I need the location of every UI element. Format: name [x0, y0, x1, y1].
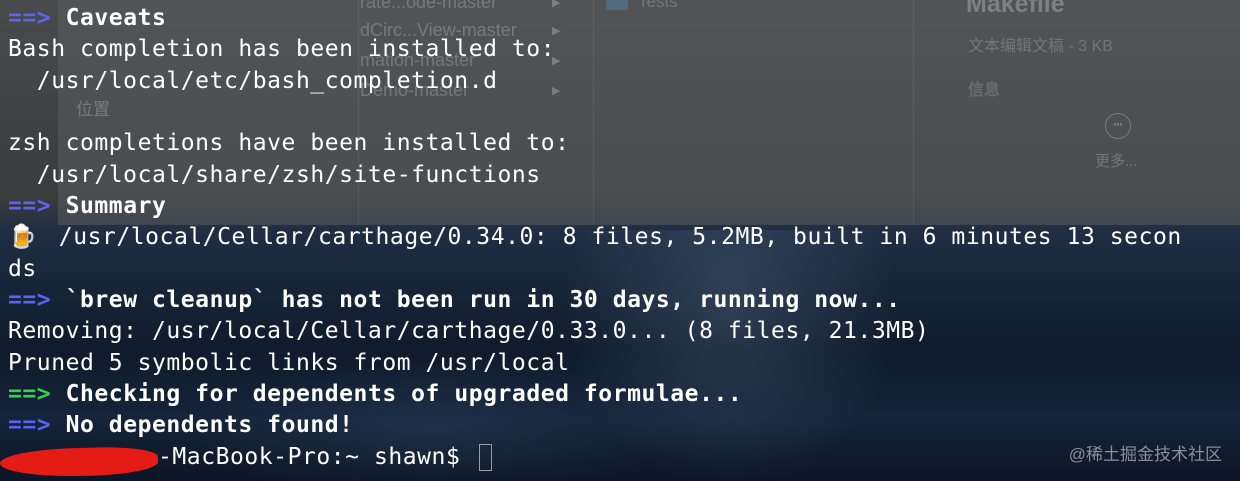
cleanup-heading: `brew cleanup` has not been run in 30 da… — [65, 287, 901, 314]
terminal-cursor — [478, 443, 492, 471]
no-dependents-heading: No dependents found! — [65, 412, 354, 439]
terminal-line: ==> No dependents found! — [8, 410, 1240, 441]
terminal-line: Pruned 5 symbolic links from /usr/local — [8, 349, 570, 376]
terminal-line: ==> Caveats — [8, 3, 1240, 34]
arrow-marker: ==> — [8, 412, 52, 439]
terminal-line: zsh completions have been installed to: — [8, 130, 570, 157]
prompt-text: -MacBook-Pro:~ shawn$ — [158, 443, 475, 470]
summary-heading: Summary — [65, 193, 167, 220]
terminal-line: ==> `brew cleanup` has not been run in 3… — [8, 285, 1240, 316]
terminal-prompt-line[interactable]: -MacBook-Pro:~ shawn$ — [8, 442, 1240, 473]
terminal-line: /usr/local/etc/bash_completion.d — [8, 67, 498, 94]
checking-heading: Checking for dependents of upgraded form… — [65, 381, 743, 408]
terminal-line: ds — [8, 255, 37, 282]
terminal-output[interactable]: ==> Caveats Bash completion has been ins… — [8, 3, 1240, 473]
terminal-line: Bash completion has been installed to: — [8, 36, 556, 63]
watermark: @稀土掘金技术社区 — [1068, 445, 1222, 464]
summary-text: /usr/local/Cellar/carthage/0.34.0: 8 fil… — [30, 224, 1182, 251]
arrow-marker: ==> — [8, 193, 52, 220]
terminal-line: Removing: /usr/local/Cellar/carthage/0.3… — [8, 318, 930, 345]
arrow-marker: ==> — [8, 381, 52, 408]
terminal-line: ==> Checking for dependents of upgraded … — [8, 379, 1240, 410]
terminal-line: 🍺 /usr/local/Cellar/carthage/0.34.0: 8 f… — [8, 222, 1240, 253]
terminal-line: /usr/local/share/zsh/site-functions — [8, 161, 541, 188]
beer-icon: 🍺 — [8, 224, 38, 251]
arrow-marker: ==> — [8, 287, 52, 314]
arrow-marker: ==> — [8, 5, 52, 31]
caveats-heading: Caveats — [65, 5, 167, 31]
terminal-line: ==> Summary — [8, 191, 1240, 222]
